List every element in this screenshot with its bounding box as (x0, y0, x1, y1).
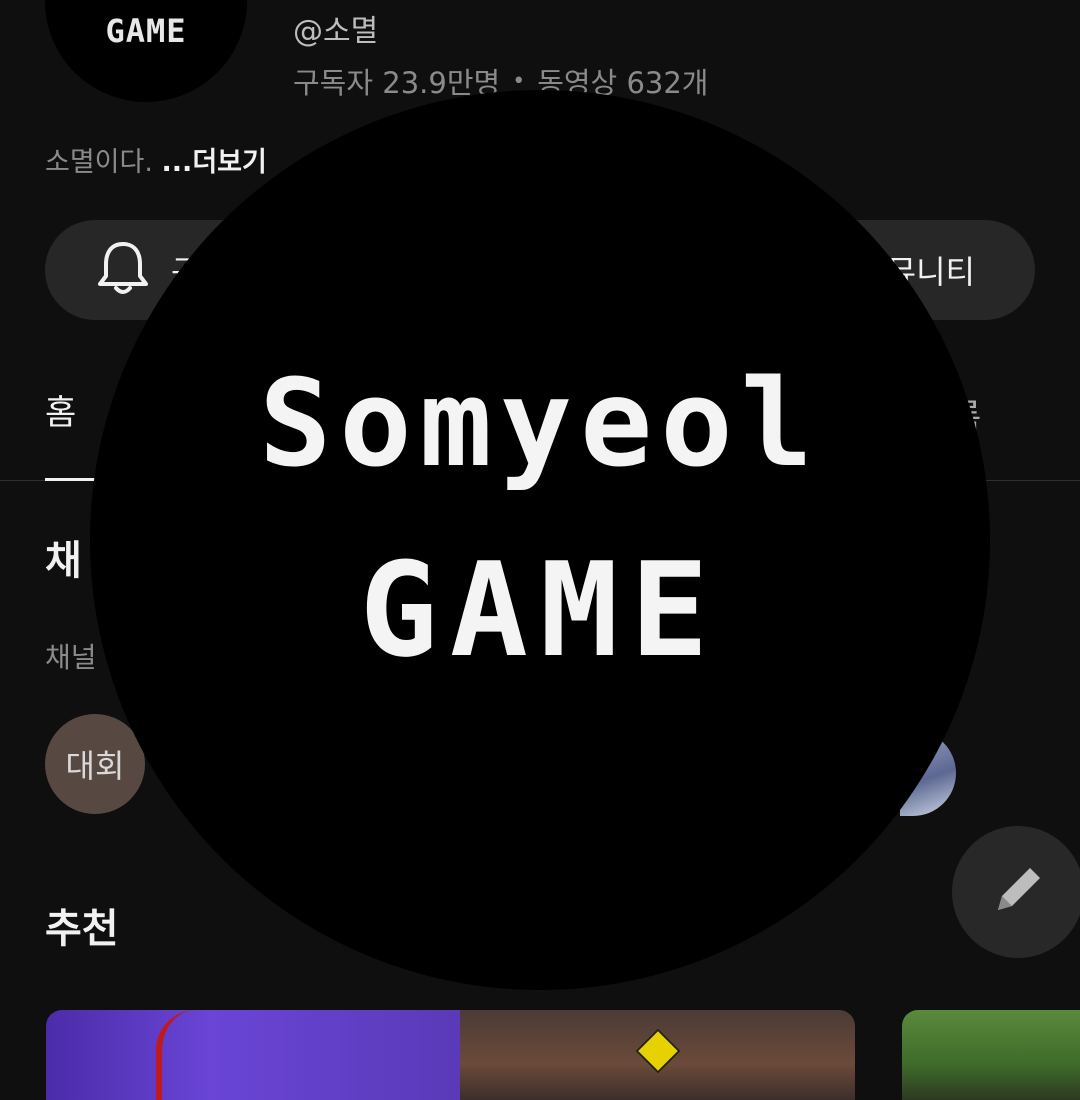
channel-avatar[interactable]: GAME (45, 0, 247, 102)
edit-fab-button[interactable] (952, 826, 1080, 958)
channel-description[interactable]: 소멸이다. ...더보기 (45, 140, 267, 179)
more-link[interactable]: ...더보기 (162, 147, 267, 178)
channel-avatar-text: GAME (105, 12, 187, 50)
channel-chip-avatar[interactable]: 대회 (45, 714, 145, 814)
video-thumbnail[interactable] (460, 1010, 855, 1100)
logo-line-game: GAME (359, 533, 721, 686)
profile-image-overlay[interactable]: Somyeol GAME (90, 90, 990, 990)
video-thumbnail[interactable] (902, 1010, 1080, 1100)
channel-handle: @소멸 (293, 14, 379, 49)
bell-icon (95, 238, 151, 302)
sign-icon (635, 1028, 681, 1074)
channels-section-title: 채 (45, 538, 82, 584)
video-thumbnail[interactable] (46, 1010, 460, 1100)
description-text: 소멸이다. (45, 147, 153, 178)
chip-label: 대회 (65, 747, 125, 785)
channels-section-subtitle: 채널 (45, 641, 97, 674)
pencil-icon (986, 858, 1050, 926)
logo-line-somyeol: Somyeol (259, 354, 821, 494)
recommended-section-title: 추천 (45, 906, 119, 952)
